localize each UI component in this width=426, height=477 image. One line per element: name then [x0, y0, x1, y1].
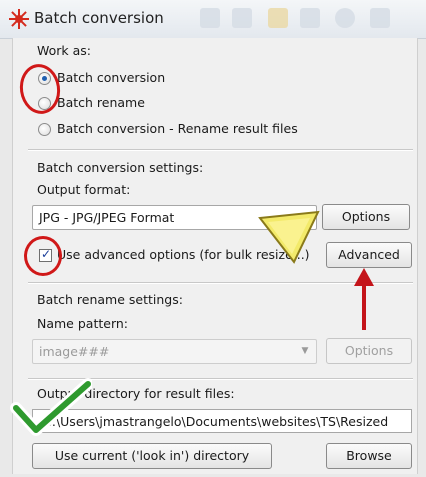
faded-toolbar-icon — [370, 8, 390, 28]
app-icon — [9, 9, 29, 29]
output-format-label: Output format: — [37, 182, 131, 197]
divider — [28, 149, 413, 151]
name-pattern-value: image### — [39, 344, 110, 359]
conversion-settings-heading: Batch conversion settings: — [37, 160, 204, 175]
radio-batch-conversion-label[interactable]: Batch conversion — [57, 70, 165, 85]
name-pattern-select[interactable]: image### ▼ — [32, 339, 317, 364]
yellow-arrow-annotation — [258, 210, 320, 264]
advanced-button[interactable]: Advanced — [326, 242, 412, 268]
green-checkmark-annotation — [10, 378, 92, 436]
work-as-heading: Work as: — [37, 43, 92, 58]
faded-toolbar-icon — [232, 8, 252, 28]
browse-button[interactable]: Browse — [326, 443, 412, 469]
radio-batch-rename-label[interactable]: Batch rename — [57, 95, 145, 110]
format-options-button[interactable]: Options — [322, 204, 410, 230]
output-directory-value: C:\Users\jmastrangelo\Documents\websites… — [43, 414, 389, 429]
faded-toolbar-icon — [300, 8, 320, 28]
rename-settings-heading: Batch rename settings: — [37, 292, 183, 307]
chevron-down-icon[interactable]: ▼ — [297, 343, 313, 360]
radio-batch-conversion-rename[interactable] — [38, 123, 51, 136]
red-circle-annotation — [24, 236, 62, 276]
output-format-value: JPG - JPG/JPEG Format — [39, 210, 175, 225]
title-bar: Batch conversion — [0, 0, 426, 39]
use-current-directory-button[interactable]: Use current ('look in') directory — [32, 443, 272, 469]
faded-toolbar-icon — [200, 8, 220, 28]
red-arrow-annotation — [354, 268, 374, 330]
name-pattern-label: Name pattern: — [37, 316, 128, 331]
window-title: Batch conversion — [34, 9, 164, 27]
faded-gear-icon — [335, 8, 355, 28]
faded-folder-icon — [268, 8, 288, 28]
rename-options-button[interactable]: Options — [326, 338, 412, 364]
radio-batch-conversion-rename-label[interactable]: Batch conversion - Rename result files — [57, 121, 298, 136]
